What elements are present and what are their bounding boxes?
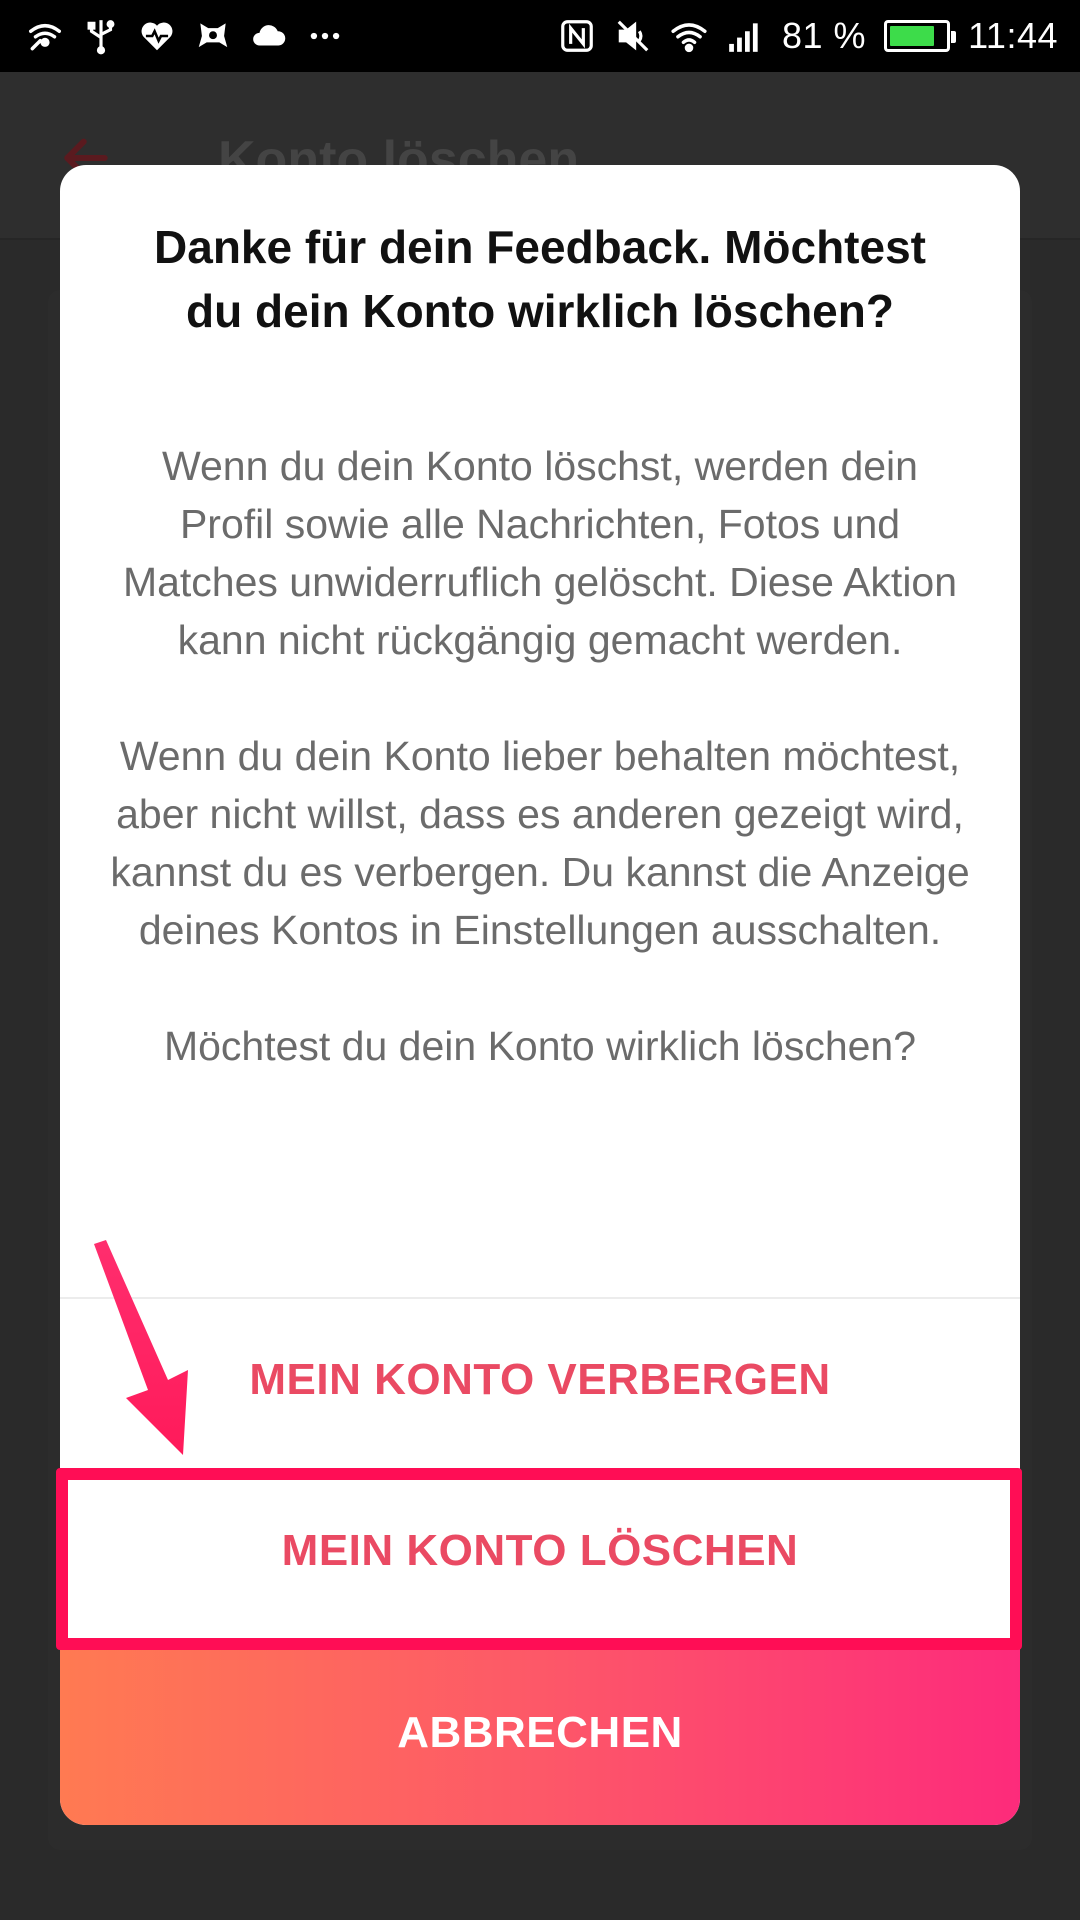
usb-icon	[82, 17, 120, 55]
more-dots-icon	[306, 17, 344, 55]
hide-account-button[interactable]: MEIN KONTO VERBERGEN	[60, 1299, 1020, 1461]
status-bar: 81 % 11:44	[0, 0, 1080, 72]
wifi-hotspot-icon	[26, 17, 64, 55]
cloud-icon	[250, 17, 288, 55]
delete-account-dialog: Danke für dein Feedback. Möchtest du dei…	[60, 165, 1020, 1825]
dialog-paragraph-question: Möchtest du dein Konto wirklich löschen?	[163, 1023, 917, 1069]
signal-icon	[726, 17, 764, 55]
dialog-title: Danke für dein Feedback. Möchtest du dei…	[154, 221, 926, 337]
dialog-paragraph-hide-info: Wenn du dein Konto lieber behalten möcht…	[110, 733, 970, 953]
dialog-body: Wenn du dein Konto löschst, werden dein …	[110, 437, 970, 1075]
mute-icon	[614, 17, 652, 55]
status-left-icons	[26, 17, 344, 55]
delete-account-button[interactable]: MEIN KONTO LÖSCHEN	[60, 1461, 1020, 1641]
clock: 11:44	[968, 15, 1058, 56]
status-right-icons: 81 % 11:44	[558, 15, 1058, 57]
game-controller-icon	[194, 17, 232, 55]
dialog-paragraph-delete-info: Wenn du dein Konto löschst, werden dein …	[122, 443, 958, 663]
battery-icon	[884, 20, 957, 52]
nfc-icon	[558, 17, 596, 55]
battery-percent: 81 %	[782, 15, 867, 56]
battery-fill	[890, 26, 934, 46]
health-heart-icon	[138, 17, 176, 55]
cancel-button[interactable]: ABBRECHEN	[60, 1641, 1020, 1825]
wifi-icon	[670, 17, 708, 55]
